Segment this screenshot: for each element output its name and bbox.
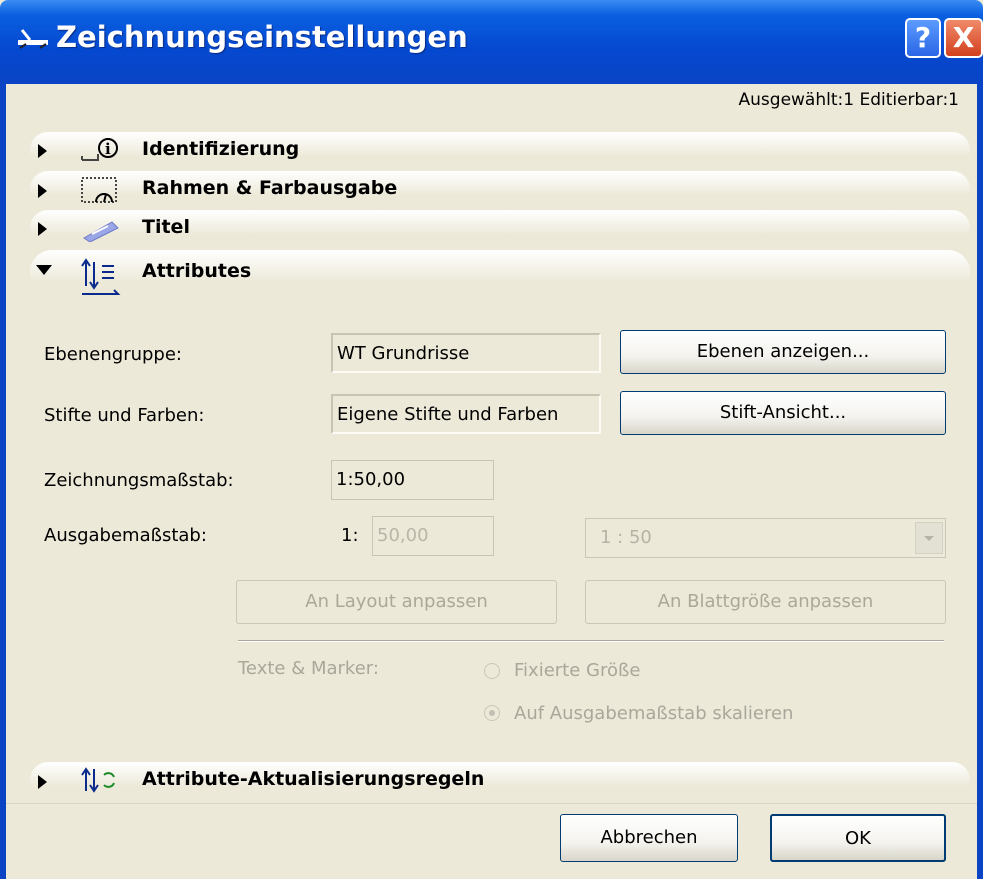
expand-arrow-icon[interactable] [38,775,47,789]
expand-arrow-icon[interactable] [38,144,47,158]
output-scale-select-value: 1 : 50 [600,527,652,548]
chevron-down-icon[interactable] [915,522,943,554]
panel-title-aktualisierung: Attribute-Aktualisierungsregeln [142,768,485,790]
pens-colors-label: Stifte und Farben: [44,405,205,426]
title-bar[interactable]: Zeichnungseinstellungen ? X [0,0,983,84]
update-rules-icon [81,767,115,793]
output-scale-select[interactable]: 1 : 50 [585,518,946,558]
selection-status: Ausgewählt:1 Editierbar:1 [738,90,959,110]
texts-markers-label: Texte & Marker: [238,658,379,679]
ok-button[interactable]: OK [770,814,946,862]
panel-title-titel: Titel [142,216,190,238]
identification-icon: i [81,138,118,161]
window-title: Zeichnungseinstellungen [56,20,468,54]
collapse-arrow-icon[interactable] [36,265,52,275]
panel-title-identifizierung: Identifizierung [142,138,300,160]
attributes-icon [81,258,121,295]
window-frame-left [0,84,6,879]
fit-sheet-button[interactable]: An Blattgröße anpassen [585,580,946,624]
expand-arrow-icon[interactable] [38,222,47,236]
svg-text:i: i [105,140,111,158]
divider [238,640,944,642]
title-label-icon [83,221,119,242]
panel-title-rahmen: Rahmen & Farbausgabe [142,177,398,199]
footer-divider [6,803,977,804]
layer-group-field[interactable]: WT Grundrisse [331,333,601,373]
fit-layout-button[interactable]: An Layout anpassen [236,580,557,624]
help-button[interactable]: ? [905,18,941,58]
fixed-size-radio[interactable] [484,663,500,679]
cancel-button[interactable]: Abbrechen [560,814,738,862]
scale-to-output-option-label[interactable]: Auf Ausgabemaßstab skalieren [514,703,793,724]
drawing-scale-field[interactable]: 1:50,00 [331,460,494,500]
output-scale-label: Ausgabemaßstab: [44,525,207,546]
expand-arrow-icon[interactable] [38,184,47,198]
drawing-settings-icon [18,29,48,49]
frame-icon [81,177,117,203]
layer-group-label: Ebenengruppe: [44,344,182,365]
show-layers-button[interactable]: Ebenen anzeigen... [620,330,946,374]
scale-to-output-radio[interactable] [484,705,500,721]
fixed-size-option-label[interactable]: Fixierte Größe [514,660,640,681]
window-frame-right [977,84,983,879]
output-scale-prefix: 1: [341,525,359,546]
drawing-scale-label: Zeichnungsmaßstab: [44,470,234,491]
dialog-window: Zeichnungseinstellungen ? X Ausgewählt:1… [0,0,983,879]
output-scale-field[interactable]: 50,00 [372,516,494,556]
close-button[interactable]: X [944,18,983,58]
pen-view-button[interactable]: Stift-Ansicht... [620,391,946,435]
pens-colors-field[interactable]: Eigene Stifte und Farben [331,394,601,434]
panel-title-attributes: Attributes [142,260,252,282]
